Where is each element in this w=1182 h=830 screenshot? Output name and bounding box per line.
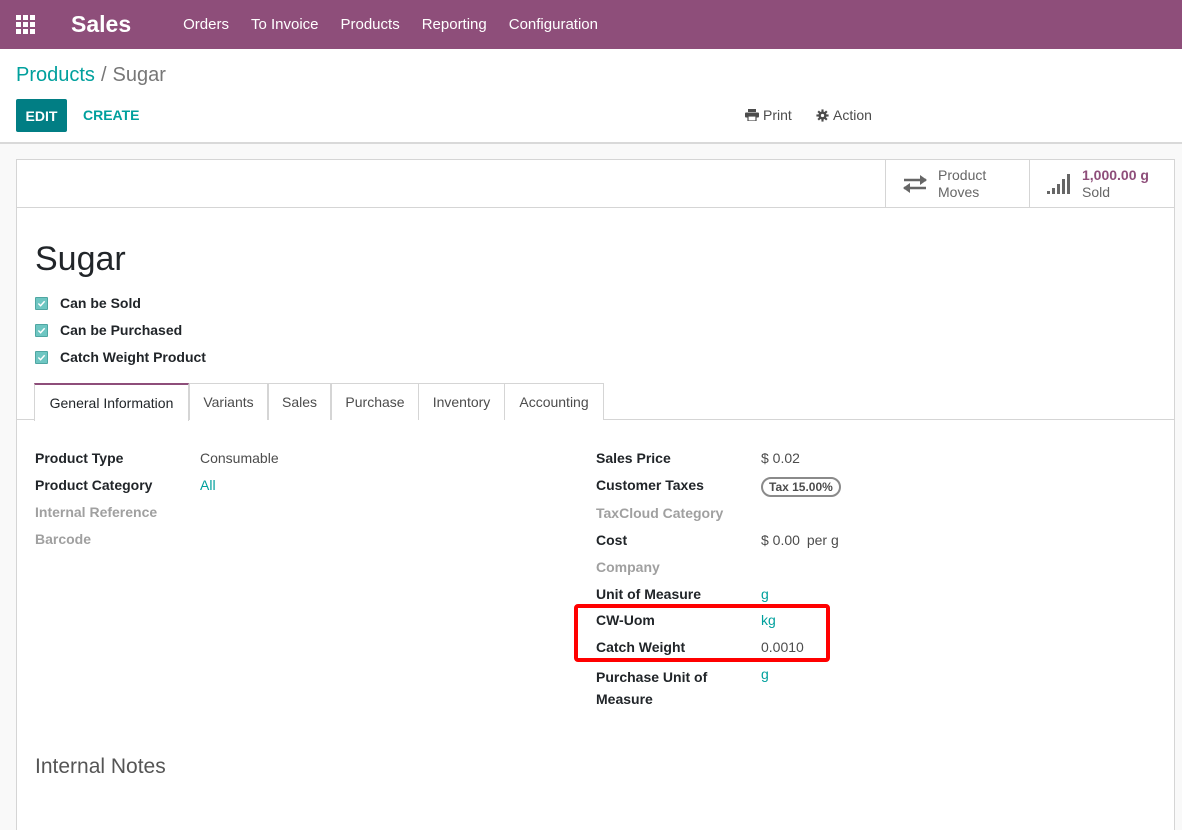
form-tabs: General Information Variants Sales Purch…	[17, 383, 1174, 421]
menu-reporting[interactable]: Reporting	[422, 16, 487, 33]
cost-label: Cost	[596, 532, 628, 548]
can-be-purchased-checkbox[interactable]	[35, 323, 48, 337]
company-label: Company	[596, 559, 660, 575]
sold-value: 1,000.00 g	[1082, 167, 1149, 183]
tab-general-information[interactable]: General Information	[34, 383, 189, 421]
can-be-sold-checkbox[interactable]	[35, 296, 48, 310]
apps-menu-icon[interactable]	[0, 0, 50, 49]
product-moves-button[interactable]: Product Moves	[885, 160, 1030, 208]
sold-label: Sold	[1082, 184, 1111, 200]
internal-reference-label: Internal Reference	[35, 504, 158, 520]
sales-price-value: $ 0.02	[761, 450, 800, 466]
sales-price-label: Sales Price	[596, 450, 671, 466]
internal-notes-title: Internal Notes	[35, 755, 166, 778]
app-brand[interactable]: Sales	[71, 11, 131, 38]
menu-configuration[interactable]: Configuration	[509, 16, 598, 33]
unit-of-measure-link[interactable]: g	[761, 586, 769, 602]
top-navbar: Sales Orders To Invoice Products Reporti…	[0, 0, 1182, 49]
smart-button-box: Product Moves 1,000.00 g Sold	[17, 160, 1174, 208]
purchase-uom-link[interactable]: g	[761, 666, 769, 682]
create-button[interactable]: CREATE	[83, 107, 140, 123]
purchase-uom-label-line1: Purchase Unit of	[596, 669, 708, 685]
cost-amount: $ 0.00	[761, 532, 800, 548]
product-moves-line1: Product	[938, 167, 987, 183]
product-category-link[interactable]: All	[200, 477, 216, 493]
gear-icon	[816, 108, 829, 122]
product-type-label: Product Type	[35, 450, 124, 466]
catch-weight-product-row: Catch Weight Product	[35, 349, 206, 365]
catch-weight-product-checkbox[interactable]	[35, 350, 48, 364]
product-category-label: Product Category	[35, 477, 153, 493]
sold-button[interactable]: 1,000.00 g Sold	[1029, 160, 1174, 208]
tab-sales[interactable]: Sales	[268, 383, 331, 420]
breadcrumb-current: Sugar	[112, 64, 166, 86]
print-button[interactable]: Print	[745, 107, 792, 123]
can-be-purchased-row: Can be Purchased	[35, 322, 182, 338]
catch-weight-product-label: Catch Weight Product	[60, 349, 206, 365]
product-type-value: Consumable	[200, 450, 279, 466]
breadcrumb: Products / Sugar	[16, 64, 166, 87]
tab-variants[interactable]: Variants	[189, 383, 268, 420]
action-label: Action	[833, 107, 872, 123]
menu-to-invoice[interactable]: To Invoice	[251, 16, 319, 33]
breadcrumb-products-link[interactable]: Products	[16, 64, 95, 86]
can-be-purchased-label: Can be Purchased	[60, 322, 183, 338]
purchase-uom-label-line2: Measure	[596, 691, 653, 707]
product-name: Sugar	[35, 240, 126, 278]
tab-inventory[interactable]: Inventory	[418, 383, 505, 420]
purchase-uom-label: Purchase Unit of Measure	[596, 666, 707, 710]
form-sheet: Product Moves 1,000.00 g Sold Sugar Can …	[16, 159, 1175, 830]
checkmark-icon	[37, 327, 46, 334]
action-button[interactable]: Action	[816, 107, 872, 123]
breadcrumb-separator: /	[100, 64, 107, 86]
can-be-sold-row: Can be Sold	[35, 295, 141, 311]
signal-bars-icon	[1047, 174, 1070, 194]
highlight-annotation-box	[574, 604, 830, 662]
tab-purchase[interactable]: Purchase	[331, 383, 419, 420]
taxcloud-category-label: TaxCloud Category	[596, 505, 724, 521]
checkmark-icon	[37, 300, 46, 307]
exchange-icon	[903, 175, 927, 193]
menu-orders[interactable]: Orders	[183, 16, 229, 33]
unit-of-measure-label: Unit of Measure	[596, 586, 702, 602]
control-panel: Products / Sugar EDIT CREATE Print Action	[0, 49, 1182, 144]
menu-products[interactable]: Products	[341, 16, 400, 33]
edit-button[interactable]: EDIT	[16, 99, 67, 132]
cost-unit: per g	[806, 532, 839, 548]
customer-taxes-label: Customer Taxes	[596, 477, 704, 493]
checkmark-icon	[37, 354, 46, 361]
tab-accounting[interactable]: Accounting	[504, 383, 604, 420]
barcode-label: Barcode	[35, 531, 92, 547]
print-icon	[745, 109, 759, 121]
cost-value: $ 0.00 per g	[761, 532, 839, 548]
can-be-sold-label: Can be Sold	[60, 295, 141, 311]
tax-badge[interactable]: Tax 15.00%	[761, 477, 841, 497]
print-label: Print	[763, 107, 792, 123]
product-moves-line2: Moves	[938, 184, 980, 200]
